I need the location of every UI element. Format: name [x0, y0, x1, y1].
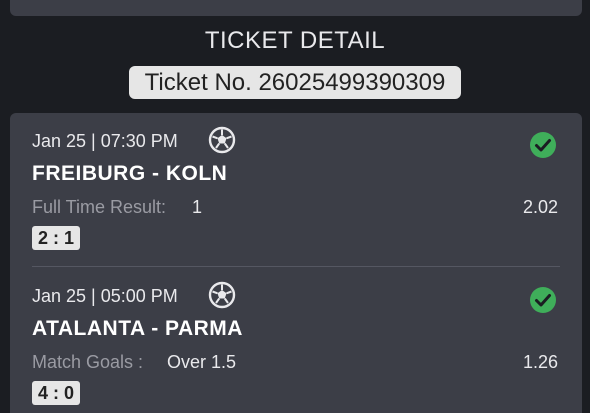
match-teams: ATALANTA - PARMA — [32, 317, 243, 340]
odds-value: 1.26 — [522, 352, 558, 372]
selection-value: Over 1.5 — [167, 352, 237, 372]
match-time: Jan 25 | 05:00 PM — [32, 286, 178, 306]
top-bar — [10, 0, 582, 16]
market-label: Match Goals : — [32, 352, 144, 372]
page-title: TICKET DETAIL — [204, 27, 386, 54]
market-label: Full Time Result: — [32, 197, 167, 217]
selection-value: 1 — [192, 197, 203, 217]
divider — [32, 266, 560, 267]
soccer-ball-icon — [208, 126, 236, 154]
score-badge: 2 : 1 — [32, 226, 81, 250]
won-check-icon — [530, 132, 556, 158]
bet-list: Jan 25 | 07:30 PM FREIBURG - KOLN Full T… — [10, 113, 582, 413]
ticket-number-badge: Ticket No. 26025499390309 — [129, 66, 461, 99]
match-time: Jan 25 | 07:30 PM — [32, 131, 178, 151]
soccer-ball-icon — [208, 281, 236, 309]
won-check-icon — [530, 287, 556, 313]
odds-value: 2.02 — [522, 197, 558, 217]
score-badge: 4 : 0 — [32, 381, 81, 405]
match-teams: FREIBURG - KOLN — [32, 162, 228, 185]
